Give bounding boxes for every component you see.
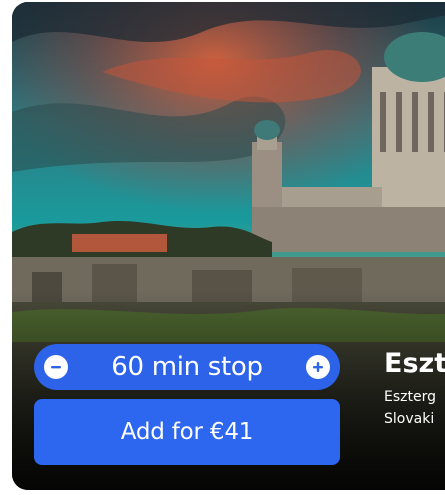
destination-title[interactable]: Eszte: [384, 348, 445, 379]
destination-subtitle-line1: Eszterg: [384, 389, 436, 405]
stop-duration-label: 60 min stop: [111, 352, 263, 382]
increase-duration-button[interactable]: [302, 351, 334, 383]
minus-circle-icon: [44, 355, 68, 379]
add-stop-button[interactable]: Add for €41: [34, 399, 340, 465]
decrease-duration-button[interactable]: [40, 351, 72, 383]
page: Eszte Eszterg Slovaki 60 min stop Add fo…: [0, 0, 445, 495]
plus-circle-icon: [306, 355, 330, 379]
stop-duration-stepper: 60 min stop: [34, 344, 340, 390]
destination-subtitle-line2: Slovaki: [384, 411, 435, 427]
